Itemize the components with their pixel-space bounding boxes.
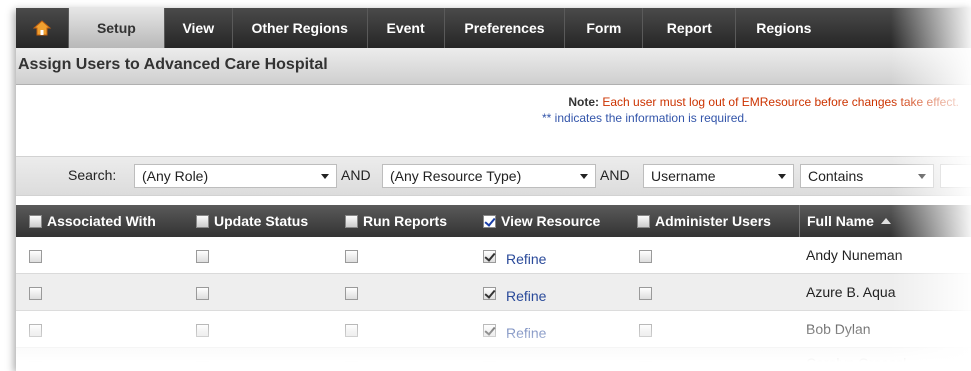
table-row: Refine Azure B. Aqua <box>16 274 971 311</box>
administer-users-checkbox[interactable] <box>639 287 652 300</box>
resource-type-select[interactable]: (Any Resource Type) <box>382 164 596 188</box>
select-all-update-status-checkbox[interactable] <box>196 214 209 228</box>
refine-link[interactable]: Refine <box>506 288 546 304</box>
col-view-resource-label: View Resource <box>501 213 601 229</box>
nav-item-other-regions[interactable]: Other Regions <box>233 8 368 48</box>
refine-link[interactable]: Refine <box>506 251 546 267</box>
top-nav: Setup View Other Regions Event Preferenc… <box>16 8 971 48</box>
logout-note: Note: Each user must log out of EMResour… <box>568 95 959 109</box>
run-reports-checkbox[interactable] <box>345 361 358 371</box>
note-label: Note: <box>568 95 600 109</box>
table-row: Refine Carolyn Groessl <box>16 348 971 371</box>
col-run-reports[interactable]: Run Reports <box>332 205 470 237</box>
administer-users-checkbox[interactable] <box>639 361 652 371</box>
associated-checkbox[interactable] <box>29 250 42 263</box>
operator-select-value: Contains <box>808 168 864 184</box>
nav-home-button[interactable] <box>16 8 69 48</box>
page-title-bar: Assign Users to Advanced Care Hospital <box>16 48 971 85</box>
select-all-associated-checkbox[interactable] <box>29 214 42 228</box>
nav-item-setup[interactable]: Setup <box>68 8 165 48</box>
chevron-down-icon <box>580 174 588 179</box>
and-label-2: AND <box>600 167 630 183</box>
update-status-checkbox[interactable] <box>196 250 209 263</box>
view-resource-checkbox[interactable] <box>483 324 496 337</box>
sort-ascending-icon <box>880 218 891 224</box>
view-resource-checkbox[interactable] <box>483 287 496 300</box>
full-name: Andy Nuneman <box>806 247 903 263</box>
col-associated-with[interactable]: Associated With <box>16 205 183 237</box>
nav-item-view[interactable]: View <box>165 8 233 48</box>
page-title: Assign Users to Advanced Care Hospital <box>18 56 328 73</box>
run-reports-checkbox[interactable] <box>345 324 358 337</box>
nav-item-preferences[interactable]: Preferences <box>445 8 566 48</box>
run-reports-checkbox[interactable] <box>345 250 358 263</box>
nav-item-form[interactable]: Form <box>565 8 644 48</box>
associated-checkbox[interactable] <box>29 324 42 337</box>
associated-checkbox[interactable] <box>29 361 42 371</box>
nav-item-event[interactable]: Event <box>368 8 445 48</box>
and-label-1: AND <box>341 167 371 183</box>
col-run-reports-label: Run Reports <box>363 213 447 229</box>
view-resource-checkbox[interactable] <box>483 250 496 263</box>
view-resource-checkbox[interactable] <box>483 361 496 371</box>
refine-link[interactable]: Refine <box>506 325 546 341</box>
update-status-checkbox[interactable] <box>196 361 209 371</box>
select-all-view-resource-checkbox[interactable] <box>483 214 496 228</box>
field-select[interactable]: Username <box>643 164 794 188</box>
nav-item-regions[interactable]: Regions <box>736 8 971 48</box>
update-status-checkbox[interactable] <box>196 324 209 337</box>
col-full-name-label: Full Name <box>807 213 874 229</box>
users-table-header: Associated With Update Status Run Report… <box>16 205 971 237</box>
field-select-value: Username <box>651 168 716 184</box>
select-all-run-reports-checkbox[interactable] <box>345 214 358 228</box>
search-bar: Search: (Any Role) AND (Any Resource Typ… <box>16 156 971 196</box>
col-administer-users-label: Administer Users <box>655 213 771 229</box>
app-frame: Setup View Other Regions Event Preferenc… <box>16 8 971 371</box>
col-view-resource[interactable]: View Resource <box>470 205 624 237</box>
col-update-status-label: Update Status <box>214 213 309 229</box>
full-name: Carolyn Groessl <box>806 355 907 371</box>
table-row: Refine Andy Nuneman <box>16 237 971 274</box>
table-row: Refine Bob Dylan <box>16 311 971 348</box>
administer-users-checkbox[interactable] <box>639 250 652 263</box>
col-full-name[interactable]: Full Name <box>799 205 971 237</box>
chevron-down-icon <box>321 174 329 179</box>
note-text: Each user must log out of EMResource bef… <box>599 95 959 109</box>
search-label: Search: <box>68 167 117 183</box>
administer-users-checkbox[interactable] <box>639 324 652 337</box>
col-update-status[interactable]: Update Status <box>183 205 332 237</box>
chevron-down-icon <box>918 174 926 179</box>
chevron-down-icon <box>778 174 786 179</box>
select-all-administer-users-checkbox[interactable] <box>637 214 650 228</box>
refine-link[interactable]: Refine <box>506 362 546 371</box>
run-reports-checkbox[interactable] <box>345 287 358 300</box>
full-name: Bob Dylan <box>806 321 871 337</box>
col-associated-with-label: Associated With <box>47 213 156 229</box>
nav-item-report[interactable]: Report <box>643 8 737 48</box>
role-select[interactable]: (Any Role) <box>134 164 337 188</box>
operator-select[interactable]: Contains <box>800 164 934 188</box>
col-administer-users[interactable]: Administer Users <box>624 205 799 237</box>
update-status-checkbox[interactable] <box>196 287 209 300</box>
search-input[interactable] <box>940 164 971 188</box>
full-name: Azure B. Aqua <box>806 284 896 300</box>
role-select-value: (Any Role) <box>142 168 209 184</box>
associated-checkbox[interactable] <box>29 287 42 300</box>
resource-type-select-value: (Any Resource Type) <box>390 168 522 184</box>
required-note: ** indicates the information is required… <box>542 111 748 125</box>
home-icon <box>32 20 51 36</box>
